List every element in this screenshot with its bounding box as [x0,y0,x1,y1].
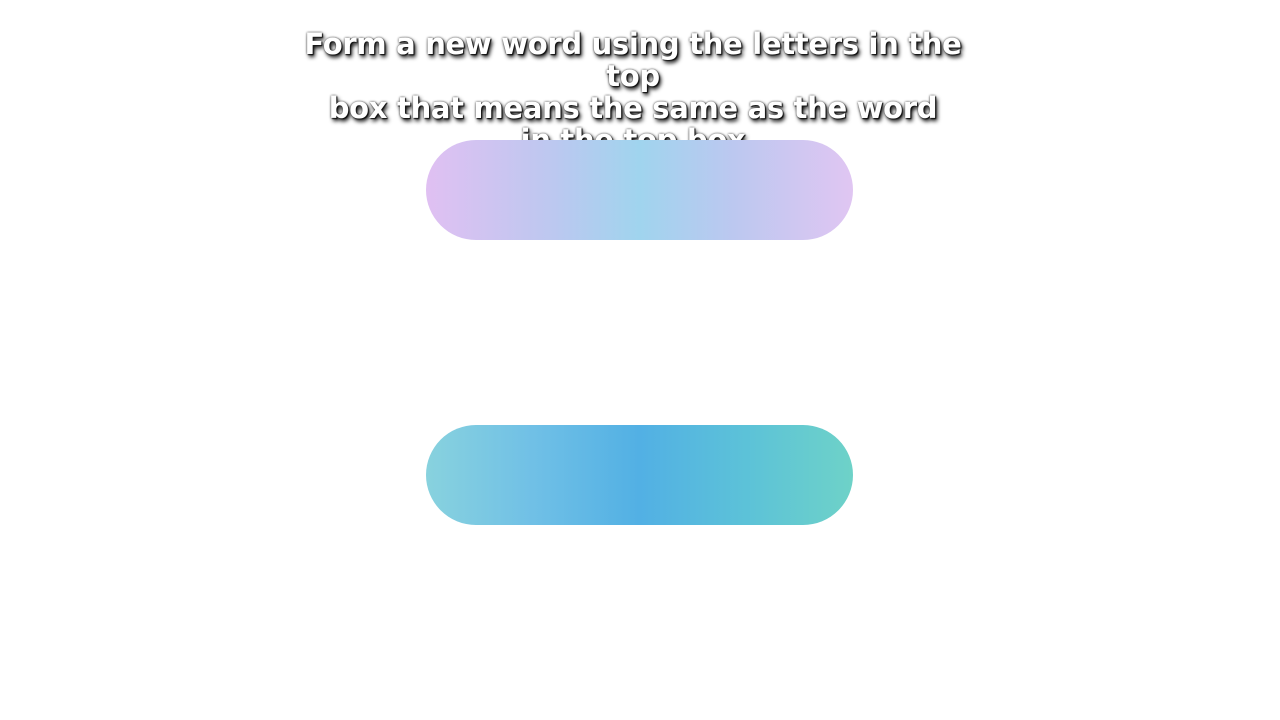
answer-word-box[interactable] [426,425,853,525]
instruction-line-2: box that means the same as the word [328,91,938,125]
instruction-text: Form a new word using the letters in the… [300,28,966,156]
source-word-box[interactable] [426,140,853,240]
game-stage: Form a new word using the letters in the… [0,0,1280,720]
instruction-line-1: Form a new word using the letters in the… [304,27,962,93]
